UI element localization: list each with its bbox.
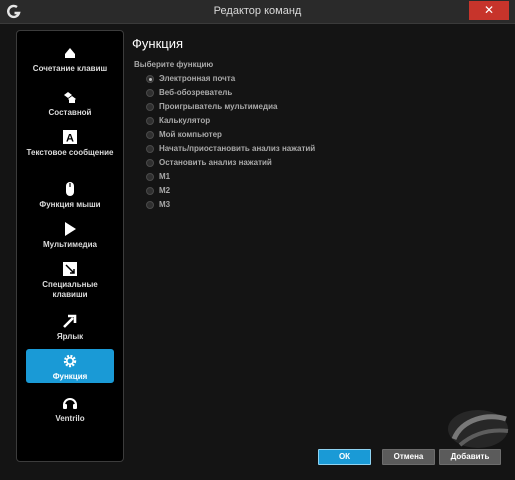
option-label: Мой компьютер: [159, 130, 222, 139]
sidebar-item-label: Ventrilo: [55, 414, 85, 423]
sidebar-item-media[interactable]: Мультимедиа: [26, 217, 114, 249]
sidebar-item-label: Составной: [48, 108, 92, 117]
sidebar-item-label: Мультимедиа: [43, 240, 97, 249]
radio-button[interactable]: [146, 159, 154, 167]
text-block-icon: A: [63, 130, 77, 145]
radio-button[interactable]: [146, 187, 154, 195]
svg-text:A: A: [66, 133, 74, 145]
sidebar-item-function[interactable]: Функция: [26, 349, 114, 383]
sidebar-item-label: Функция мыши: [39, 200, 101, 209]
sidebar-item-label: Сочетание клавиш: [32, 64, 108, 73]
play-icon: [65, 222, 76, 236]
sidebar-item-label: Функция: [52, 372, 88, 381]
shortcut-arrow-icon: [63, 314, 77, 328]
close-button[interactable]: ✕: [469, 1, 509, 20]
headset-icon: [63, 398, 77, 409]
command-type-sidebar: Сочетание клавиш Составной A Текстовое с…: [16, 30, 124, 462]
option-label: Начать/приостановить анализ нажатий: [159, 144, 316, 153]
radio-button[interactable]: [146, 89, 154, 97]
option-label: Веб-обозреватель: [159, 88, 233, 97]
cancel-button[interactable]: Отмена: [382, 449, 435, 465]
radio-button[interactable]: [146, 117, 154, 125]
mouse-icon: [66, 182, 74, 196]
radio-button[interactable]: [146, 173, 154, 181]
sidebar-item-ventrilo[interactable]: Ventrilo: [26, 391, 114, 425]
radio-button[interactable]: [146, 75, 154, 83]
option-label: M3: [159, 200, 171, 209]
option-label: Проигрыватель мультимедиа: [159, 102, 278, 111]
function-group-label: Выберите функцию: [134, 60, 214, 69]
option-label: Калькулятор: [159, 116, 211, 125]
sidebar-item-multikey[interactable]: Составной: [26, 85, 114, 117]
radio-button[interactable]: [146, 201, 154, 209]
sidebar-item-text-block[interactable]: A Текстовое сообщение: [26, 125, 114, 167]
keyboard-mouse-icon: [65, 48, 75, 58]
sidebar-item-mouse-function[interactable]: Функция мыши: [26, 177, 114, 209]
sidebar-item-special-keys[interactable]: Специальные клавиши: [26, 257, 114, 299]
sidebar-item-label: Текстовое сообщение: [26, 148, 114, 157]
watermark-logo: [448, 410, 509, 448]
sidebar-item-keystroke[interactable]: Сочетание клавиш: [26, 41, 114, 79]
multikey-icon: [64, 92, 76, 103]
sidebar-item-shortcut[interactable]: Ярлык: [26, 309, 114, 341]
add-button[interactable]: Добавить: [439, 449, 501, 465]
sidebar-item-label: Ярлык: [56, 332, 84, 341]
option-label: M2: [159, 186, 171, 195]
option-label: Электронная почта: [159, 74, 236, 83]
window-title: Редактор команд: [213, 5, 302, 17]
sidebar-item-label: Специальные клавиши: [42, 280, 98, 299]
radio-button[interactable]: [146, 131, 154, 139]
ok-button[interactable]: ОК: [318, 449, 371, 465]
gear-icon: [63, 354, 77, 368]
title-bar: Редактор команд ✕: [0, 0, 515, 24]
special-key-icon: [63, 262, 77, 276]
radio-button[interactable]: [146, 103, 154, 111]
radio-button[interactable]: [146, 145, 154, 153]
panel-title: Функция: [132, 36, 183, 51]
option-label: M1: [159, 172, 171, 181]
option-label: Остановить анализ нажатий: [159, 158, 272, 167]
